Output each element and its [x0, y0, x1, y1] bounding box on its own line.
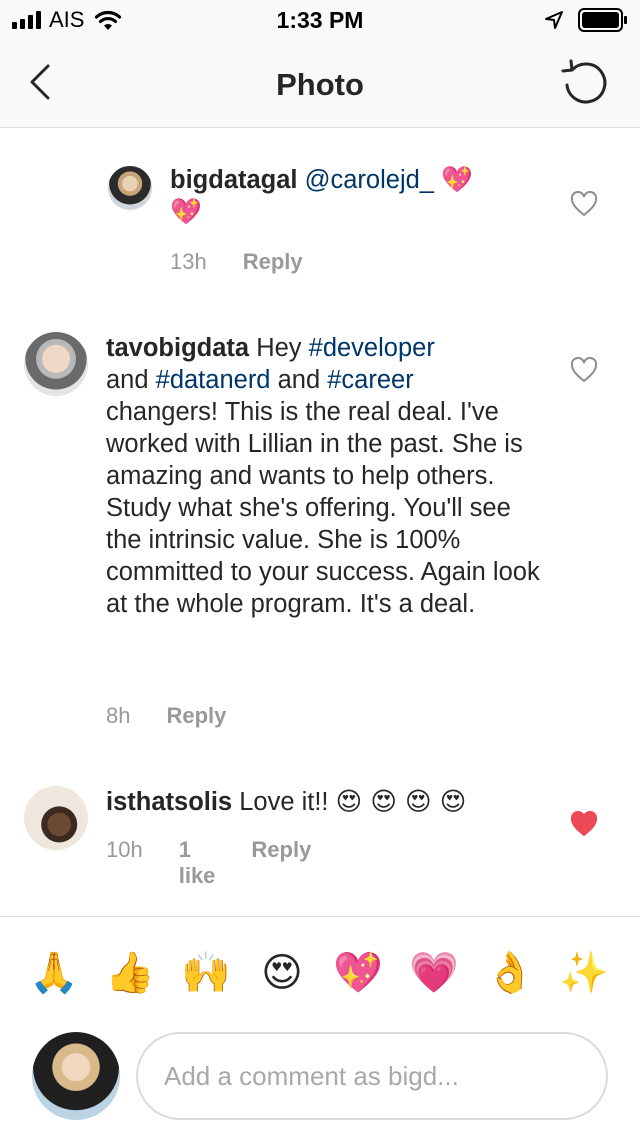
comment-text: isthatsolis Love it!! 😍 😍 😍 😍	[106, 786, 546, 818]
comment-body: Love it!!	[239, 788, 329, 816]
comment-body: and	[106, 366, 156, 394]
heart-eyes-emoji: 😍 😍 😍 😍	[335, 787, 467, 817]
heart-eyes-emoji-button[interactable]: 😍	[254, 945, 310, 1001]
page-title: Photo	[276, 67, 364, 102]
refresh-icon	[561, 59, 607, 104]
sparkles-emoji-button[interactable]: ✨	[556, 945, 612, 1001]
growing-heart-emoji-button[interactable]: 💗	[406, 945, 462, 1001]
comment-meta: 8h Reply	[106, 703, 262, 729]
comment-time: 13h	[170, 249, 207, 274]
reply-button[interactable]: Reply	[243, 249, 303, 275]
sparkling-heart-emoji: 💖	[170, 197, 202, 227]
status-bar: AIS 1:33 PM	[0, 0, 640, 40]
comment-body: changers! This is the real deal. I've wo…	[106, 398, 540, 618]
comment-meta: 13h Reply	[170, 249, 339, 275]
comment-time: 8h	[106, 703, 131, 728]
comment-input[interactable]	[136, 1032, 608, 1120]
comment-time: 10h	[106, 837, 143, 862]
avatar[interactable]	[108, 166, 152, 210]
sparkling-heart-emoji-button[interactable]: 💖	[330, 945, 386, 1001]
heart-filled-icon[interactable]	[570, 811, 598, 837]
emoji-quick-bar: 🙏 👍 🙌 😍 💖 💗 👌 ✨	[0, 916, 640, 1028]
ok-hand-emoji-button[interactable]: 👌	[482, 945, 538, 1001]
hashtag-link[interactable]: #datanerd	[156, 366, 271, 394]
comment-username[interactable]: bigdatagal	[170, 166, 298, 194]
avatar[interactable]	[24, 786, 88, 850]
reply-button[interactable]: Reply	[166, 703, 226, 729]
mention-link[interactable]: @carolejd_	[305, 166, 434, 194]
likes-count[interactable]: 1 like	[179, 837, 216, 889]
hashtag-link[interactable]: #developer	[309, 334, 435, 362]
folded-hands-emoji-button[interactable]: 🙏	[26, 945, 82, 1001]
nav-bar: Photo	[0, 40, 640, 128]
location-arrow-icon	[545, 11, 563, 29]
avatar[interactable]	[24, 332, 88, 396]
comment-meta: 10h 1 like Reply	[106, 837, 347, 889]
comment-body: Hey	[256, 334, 309, 362]
comment-username[interactable]: isthatsolis	[106, 788, 232, 816]
hashtag-link[interactable]: #career	[327, 366, 413, 394]
refresh-button[interactable]	[558, 58, 612, 110]
comment-text: bigdatagal @carolejd_ 💖 💖	[170, 164, 530, 228]
raising-hands-emoji-button[interactable]: 🙌	[178, 945, 234, 1001]
my-avatar	[32, 1032, 120, 1120]
comment-username[interactable]: tavobigdata	[106, 334, 249, 362]
heart-outline-icon[interactable]	[570, 191, 598, 217]
thumbs-up-emoji-button[interactable]: 👍	[102, 945, 158, 1001]
comment-body: and	[270, 366, 328, 394]
heart-outline-icon[interactable]	[570, 357, 598, 383]
sparkling-heart-emoji: 💖	[441, 165, 473, 195]
battery-icon	[578, 8, 627, 32]
reply-button[interactable]: Reply	[251, 837, 311, 889]
comment-text: tavobigdata Hey #developer and #datanerd…	[106, 332, 546, 620]
